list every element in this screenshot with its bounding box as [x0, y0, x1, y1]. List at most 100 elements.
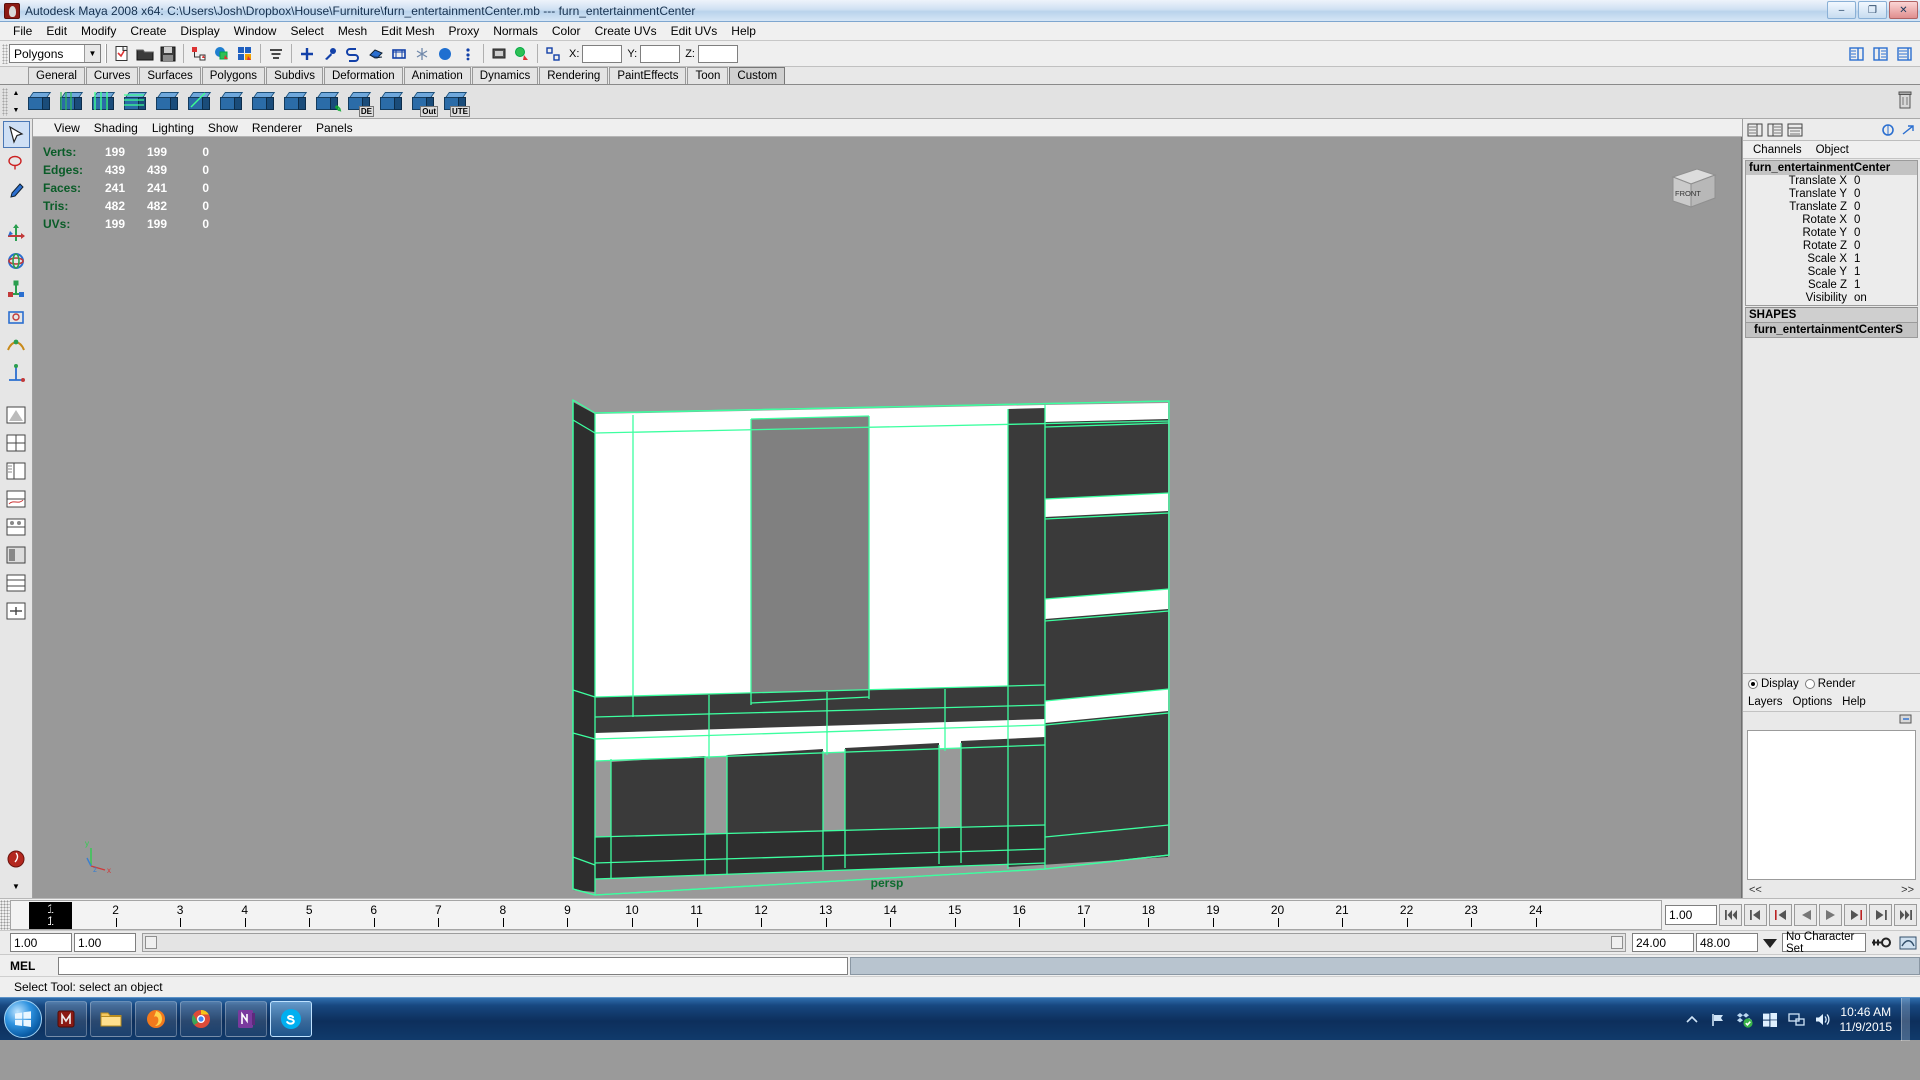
taskbar-onenote[interactable]	[225, 1001, 267, 1037]
show-hidden-icons-icon[interactable]	[1684, 1011, 1701, 1028]
channel-box-shape-name[interactable]: furn_entertainmentCenterS	[1745, 323, 1918, 338]
windows-icon[interactable]	[1762, 1011, 1779, 1028]
shelf-button-cube-8[interactable]	[249, 87, 279, 117]
menu-display[interactable]: Display	[173, 23, 226, 39]
paint-select-tool[interactable]	[3, 177, 30, 204]
channel-value-visibility[interactable]: on	[1851, 292, 1917, 305]
menu-file[interactable]: File	[6, 23, 39, 39]
layout-more[interactable]	[3, 597, 30, 624]
shelf-button-ute[interactable]: UTE	[441, 87, 471, 117]
character-set-field[interactable]: No Character Set	[1782, 931, 1866, 955]
axis-z-field[interactable]	[697, 44, 738, 63]
layout-persp-graph[interactable]	[3, 485, 30, 512]
menu-window[interactable]: Window	[227, 23, 284, 39]
layout-persp-render[interactable]	[3, 541, 30, 568]
panel-menu-lighting[interactable]: Lighting	[145, 121, 201, 135]
select-by-component-icon[interactable]	[234, 43, 256, 65]
entertainment-center-mesh[interactable]: .w { fill:none; stroke:#3dffa0; stroke-w…	[33, 137, 1742, 897]
shelf-tab-painteffects[interactable]: PaintEffects	[609, 67, 687, 84]
menu-proxy[interactable]: Proxy	[442, 23, 487, 39]
menu-normals[interactable]: Normals	[486, 23, 545, 39]
animation-end-field[interactable]: 48.00	[1696, 933, 1758, 952]
shelf-button-cube-4[interactable]	[121, 87, 151, 117]
taskbar-skype[interactable]	[270, 1001, 312, 1037]
soft-modification-tool[interactable]	[3, 331, 30, 358]
layout-two-stacked[interactable]	[3, 569, 30, 596]
channel-value-scale-x[interactable]: 1	[1851, 253, 1917, 266]
auto-key-icon[interactable]	[1868, 936, 1894, 949]
shelf-button-cube-3[interactable]	[89, 87, 119, 117]
channel-box-tab-channels[interactable]: Channels	[1746, 144, 1809, 156]
open-scene-icon[interactable]	[134, 43, 156, 65]
layer-list[interactable]	[1747, 730, 1916, 880]
lasso-select-tool[interactable]	[3, 149, 30, 176]
shelf-tab-animation[interactable]: Animation	[403, 67, 471, 84]
shelf-button-cube-2[interactable]	[57, 87, 87, 117]
ipr-render-icon[interactable]	[342, 43, 364, 65]
attribute-editor-icon[interactable]	[1766, 121, 1784, 139]
selection-mode-dropdown[interactable]: Polygons ▼	[9, 44, 101, 63]
menu-mesh[interactable]: Mesh	[331, 23, 374, 39]
menu-edit[interactable]: Edit	[39, 23, 74, 39]
universal-manipulator-tool[interactable]	[3, 303, 30, 330]
shelf-button-cube-7[interactable]	[217, 87, 247, 117]
maximize-button[interactable]: ❐	[1858, 1, 1887, 19]
channel-value-rotate-x[interactable]: 0	[1851, 214, 1917, 227]
step-forward-frame-button[interactable]	[1844, 903, 1867, 926]
toolbox-expand-arrow[interactable]: ▼	[3, 878, 30, 894]
flag-icon[interactable]	[1710, 1011, 1727, 1028]
menu-select[interactable]: Select	[283, 23, 330, 39]
playback-end-field[interactable]: 24.00	[1632, 933, 1694, 952]
layer-prev-page[interactable]: <<	[1749, 884, 1762, 896]
save-scene-icon[interactable]	[157, 43, 179, 65]
shelf-tab-deformation[interactable]: Deformation	[323, 67, 403, 84]
channel-value-scale-y[interactable]: 1	[1851, 266, 1917, 279]
shelf-button-de[interactable]: DE	[345, 87, 375, 117]
step-back-key-button[interactable]	[1744, 903, 1767, 926]
step-back-frame-button[interactable]	[1769, 903, 1792, 926]
show-desktop-button[interactable]	[1901, 998, 1910, 1041]
trash-icon[interactable]	[1896, 90, 1914, 113]
minimize-button[interactable]: –	[1827, 1, 1856, 19]
chevron-down-icon[interactable]	[1760, 934, 1780, 952]
shelf-button-cube-5[interactable]	[153, 87, 183, 117]
close-button[interactable]: ✕	[1889, 1, 1918, 19]
lock-selection-icon[interactable]	[411, 43, 433, 65]
shelf-tab-dynamics[interactable]: Dynamics	[471, 67, 539, 84]
taskbar-explorer[interactable]	[90, 1001, 132, 1037]
range-handle-left[interactable]	[145, 936, 157, 949]
channel-box-display-icon[interactable]	[1746, 121, 1764, 139]
shelf-button-out[interactable]: Out	[409, 87, 439, 117]
layer-menu-help[interactable]: Help	[1842, 696, 1866, 708]
show-attribute-editor-icon[interactable]	[1846, 43, 1868, 65]
render-settings-icon[interactable]	[365, 43, 387, 65]
animation-preferences-icon[interactable]	[1896, 936, 1920, 950]
shelf-button-cube-6[interactable]	[185, 87, 215, 117]
paint-effects-brush[interactable]	[3, 845, 30, 872]
perspective-viewport[interactable]: Verts: 199 199 0 Edges: 439 439 0 Faces:…	[33, 137, 1742, 898]
go-to-start-button[interactable]	[1719, 903, 1742, 926]
menu-help[interactable]: Help	[724, 23, 763, 39]
channel-value-translate-x[interactable]: 0	[1851, 175, 1917, 188]
panel-menu-view[interactable]: View	[47, 121, 87, 135]
shelf-overflow-arrows[interactable]: ▲ ▼	[8, 87, 24, 117]
time-slider[interactable]: 1 1 123456789101112131415161718192021222…	[10, 899, 1662, 930]
panel-menu-panels[interactable]: Panels	[309, 121, 360, 135]
panel-menu-shading[interactable]: Shading	[87, 121, 145, 135]
snap-grid-icon[interactable]	[265, 43, 287, 65]
shelf-tab-custom[interactable]: Custom	[729, 67, 786, 84]
channel-value-scale-z[interactable]: 1	[1851, 279, 1917, 292]
view-cube-front[interactable]: FRONT	[1667, 165, 1719, 213]
network-icon[interactable]	[1787, 1011, 1805, 1028]
channel-value-rotate-z[interactable]: 0	[1851, 240, 1917, 253]
soft-select-icon[interactable]	[542, 43, 564, 65]
command-response-field[interactable]	[850, 956, 1920, 975]
show-channel-box-icon[interactable]	[1894, 43, 1916, 65]
command-line-input[interactable]	[58, 956, 848, 975]
current-time-field[interactable]: 1.00	[1665, 904, 1717, 925]
step-forward-key-button[interactable]	[1869, 903, 1892, 926]
range-handle-right[interactable]	[1611, 936, 1623, 949]
shelf-tab-subdivs[interactable]: Subdivs	[266, 67, 323, 84]
shelf-tab-polygons[interactable]: Polygons	[201, 67, 266, 84]
clock[interactable]: 10:46 AM 11/9/2015	[1840, 1005, 1893, 1035]
